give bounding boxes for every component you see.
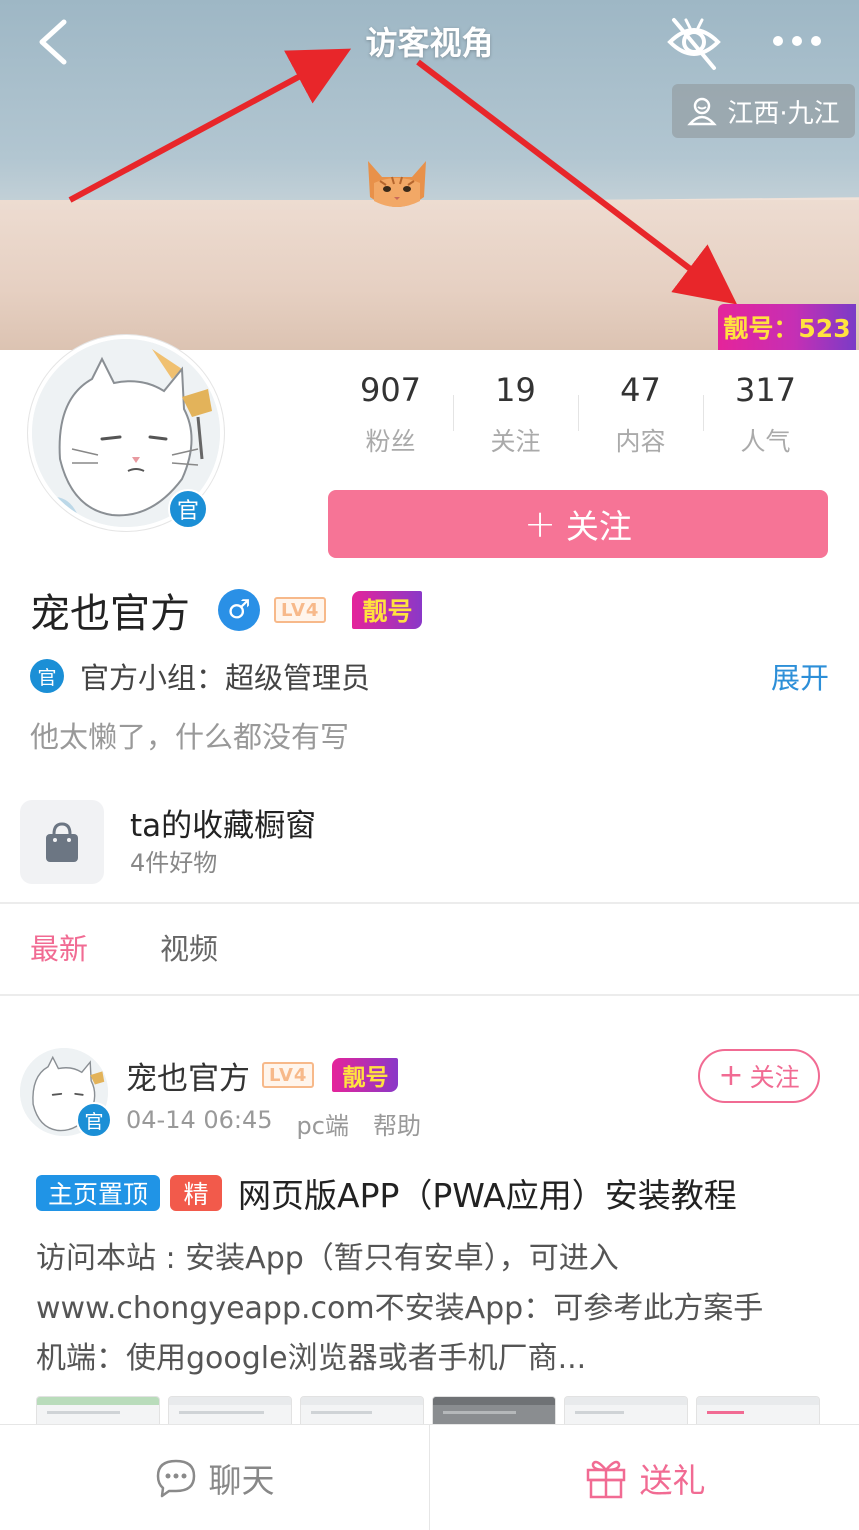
pinned-tag: 主页置顶: [36, 1175, 161, 1211]
divider: [0, 902, 859, 904]
plus-icon: +: [524, 502, 556, 546]
official-badge: 官: [76, 1102, 112, 1138]
stat-value: 19: [495, 371, 536, 409]
post-follow-button[interactable]: + 关注: [698, 1049, 820, 1103]
profile-banner: 访客视角 江西·九江 靓号：523: [0, 0, 859, 350]
level-badge: LV4: [262, 1062, 315, 1088]
chat-bubble-icon: [156, 1459, 195, 1497]
post-thumbnail[interactable]: [36, 1396, 160, 1426]
stat-following[interactable]: 19 关注: [453, 370, 578, 460]
post-body[interactable]: 访问本站 : 安装App（暂只有安卓），可进入 www.chongyeapp.c…: [36, 1234, 836, 1384]
showcase-text: ta的收藏橱窗 4件好物: [130, 805, 316, 879]
profile-name: 宠也官方: [30, 591, 190, 637]
post-title[interactable]: 网页版APP（PWA应用）安装教程: [238, 1169, 737, 1217]
post-follow-label: 关注: [749, 1063, 800, 1092]
content-tabs: 最新 视频: [30, 924, 218, 974]
follow-button[interactable]: + 关注: [328, 490, 828, 558]
stat-label: 人气: [740, 427, 791, 456]
more-icon[interactable]: [770, 30, 824, 52]
profile-stats: 907 粉丝 19 关注 47 内容 317 人气: [328, 370, 828, 460]
bottom-action-bar: 聊天 送礼: [0, 1424, 859, 1530]
beauty-number-badge: 靓号: [332, 1058, 399, 1092]
expand-link[interactable]: 展开: [771, 655, 829, 697]
post-body-line: www.chongyeapp.com不安装App：可参考此方案手: [36, 1291, 764, 1326]
post-body-line: 机端：使用google浏览器或者手机厂商...: [36, 1341, 587, 1376]
chat-button[interactable]: 聊天: [0, 1425, 429, 1530]
group-role-text: 官方小组：超级管理员: [80, 661, 371, 695]
stat-label: 粉丝: [365, 427, 416, 456]
visitor-view-icon[interactable]: [664, 14, 724, 72]
beauty-number-tag: 靓号：523: [718, 304, 856, 350]
male-gender-icon: ♂: [218, 589, 260, 631]
post-body-line: 访问本站 : 安装App（暂只有安卓），可进入: [36, 1241, 619, 1276]
post-author-row: 宠也官方 LV4 靓号: [126, 1052, 399, 1098]
post-thumbnail[interactable]: [432, 1396, 556, 1426]
gift-icon: [586, 1460, 625, 1498]
level-badge: LV4: [274, 597, 327, 623]
tab-video[interactable]: 视频: [160, 924, 218, 974]
post-title-row[interactable]: 主页置顶 精 网页版APP（PWA应用）安装教程: [36, 1168, 737, 1218]
stat-label: 内容: [615, 427, 666, 456]
annotation-arrow-left: [68, 48, 352, 203]
showcase-title: ta的收藏橱窗: [130, 808, 317, 844]
location-text: 江西·九江: [727, 98, 840, 129]
profile-bio: 他太懒了，什么都没有写: [30, 720, 350, 754]
stat-value: 317: [734, 371, 797, 409]
post-meta: 04-14 06:45 pc端 帮助: [126, 1106, 421, 1141]
stat-value: 907: [359, 371, 422, 409]
profile-name-row: 宠也官方 ♂ LV4 靓号: [30, 582, 423, 638]
stat-value: 47: [620, 371, 661, 409]
post-thumbnail[interactable]: [564, 1396, 688, 1426]
post-thumbnail[interactable]: [168, 1396, 292, 1426]
location-badge: 江西·九江: [672, 84, 855, 138]
page-title: 访客视角: [365, 24, 494, 62]
divider: [0, 994, 859, 996]
stat-content[interactable]: 47 内容: [578, 370, 703, 460]
official-group-row: 官 官方小组：超级管理员 展开: [30, 656, 829, 696]
shopping-bag-icon: [20, 800, 104, 884]
tab-latest[interactable]: 最新: [30, 924, 88, 974]
stat-popularity[interactable]: 317 人气: [703, 370, 828, 460]
plus-icon: +: [718, 1058, 744, 1093]
post-image-thumbnails[interactable]: [36, 1396, 820, 1426]
post-category[interactable]: 帮助: [373, 1106, 421, 1141]
follow-button-label: 关注: [565, 507, 632, 546]
gift-button-label: 送礼: [639, 1460, 706, 1500]
post-time: 04-14 06:45: [126, 1106, 273, 1134]
official-badge-small: 官: [30, 659, 64, 693]
location-person-icon: [687, 97, 718, 126]
beauty-number-badge: 靓号: [352, 591, 423, 629]
showcase-subtitle: 4件好物: [130, 849, 218, 877]
official-badge: 官: [168, 489, 208, 529]
profile-avatar-wrap[interactable]: 官: [28, 335, 224, 531]
post-thumbnail[interactable]: [696, 1396, 820, 1426]
banner-cat-image: [368, 161, 426, 207]
post-author-name[interactable]: 宠也官方: [126, 1053, 250, 1098]
stat-fans[interactable]: 907 粉丝: [328, 370, 453, 460]
post-source: pc端: [296, 1112, 349, 1140]
featured-tag: 精: [170, 1175, 223, 1211]
gift-button[interactable]: 送礼: [429, 1425, 859, 1530]
post-avatar-wrap[interactable]: 官: [20, 1048, 112, 1138]
stat-label: 关注: [490, 427, 541, 456]
chat-button-label: 聊天: [208, 1460, 275, 1500]
collection-showcase[interactable]: ta的收藏橱窗 4件好物: [20, 800, 820, 884]
post-thumbnail[interactable]: [300, 1396, 424, 1426]
